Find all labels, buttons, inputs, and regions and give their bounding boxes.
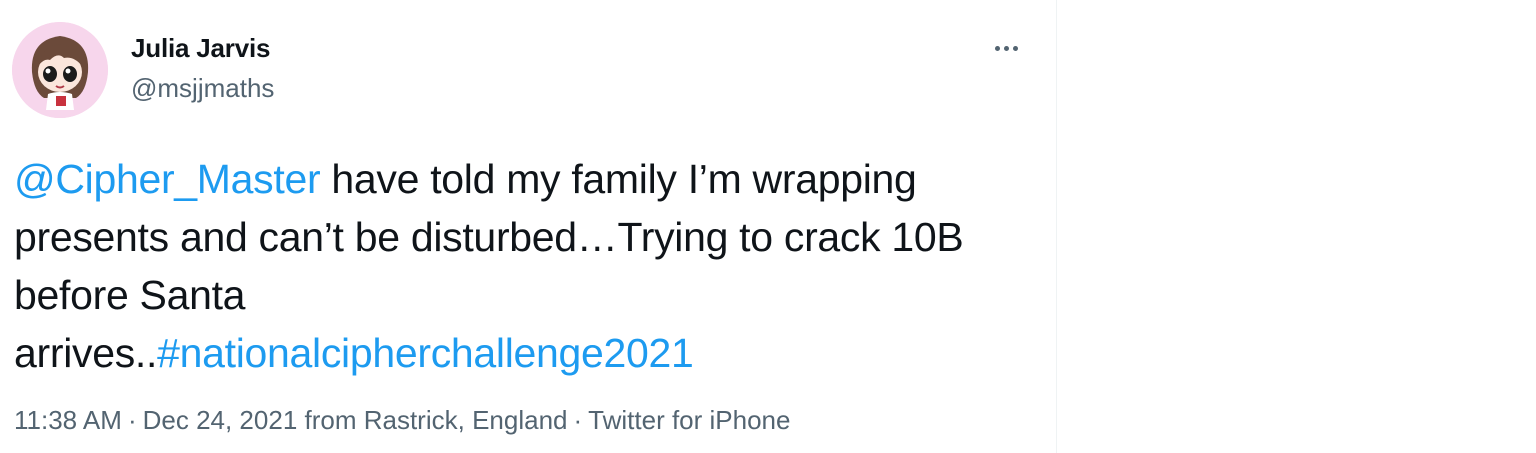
tweet-meta: 11:38 AM · Dec 24, 2021 from Rastrick, Eng… [14, 405, 790, 436]
tweet-time[interactable]: 11:38 AM [14, 405, 122, 435]
avatar[interactable] [12, 22, 108, 118]
meta-separator: · [127, 405, 137, 435]
author-handle[interactable]: @msjjmaths [131, 73, 274, 104]
mention-link[interactable]: @Cipher_Master [14, 156, 321, 202]
meta-separator: · [573, 405, 583, 435]
author-name[interactable]: Julia Jarvis [131, 33, 270, 64]
cartoon-girl-avatar-icon [12, 22, 108, 118]
tweet-date-location[interactable]: Dec 24, 2021 from Rastrick, England [143, 405, 568, 435]
hashtag-link[interactable]: #nationalcipherchallenge2021 [157, 330, 694, 376]
tweet-source[interactable]: Twitter for iPhone [588, 405, 790, 435]
tweet-text: @Cipher_Master have told my family I’m w… [14, 150, 1024, 382]
more-button[interactable] [982, 30, 1030, 66]
more-horizontal-icon [993, 45, 1020, 51]
tweet-text-end: arrives.. [14, 330, 158, 376]
tweet-card: Julia Jarvis @msjjmaths @Cipher_Master h… [0, 0, 1057, 453]
